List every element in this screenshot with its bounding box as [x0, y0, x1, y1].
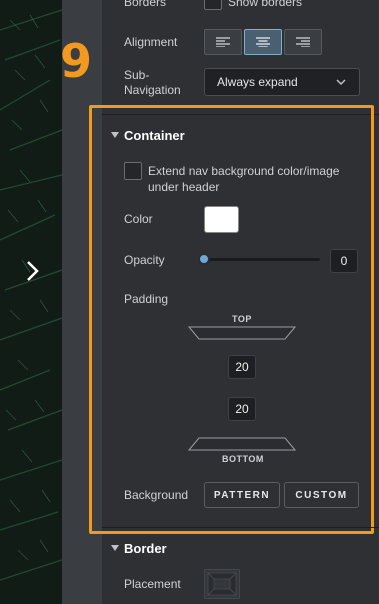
alignment-label: Alignment — [124, 35, 178, 49]
chevron-right-icon[interactable] — [24, 260, 42, 282]
background-photo — [0, 0, 62, 604]
align-left-button[interactable] — [204, 29, 242, 55]
border-placement-icon[interactable] — [204, 569, 240, 599]
sub-navigation-label: Sub-Navigation — [124, 68, 181, 97]
divider — [102, 527, 379, 528]
align-right-button[interactable] — [284, 29, 322, 55]
alignment-button-group — [204, 29, 322, 55]
align-left-icon — [216, 37, 230, 47]
show-borders-label: Show borders — [228, 0, 303, 9]
sub-navigation-select[interactable]: Always expand — [204, 68, 360, 96]
step-number: 9 — [60, 34, 93, 88]
chevron-down-icon — [336, 79, 346, 86]
align-right-icon — [296, 37, 310, 47]
pine-branches-image — [0, 0, 62, 604]
borders-label: Borders — [124, 0, 167, 9]
align-center-icon — [256, 37, 270, 47]
highlight-box — [89, 105, 374, 534]
border-section-title: Border — [124, 541, 167, 556]
placement-label: Placement — [124, 577, 181, 591]
sub-navigation-value: Always expand — [217, 75, 298, 89]
collapse-triangle-icon[interactable] — [111, 545, 119, 551]
show-borders-checkbox[interactable] — [204, 0, 222, 10]
align-center-button[interactable] — [244, 29, 282, 55]
